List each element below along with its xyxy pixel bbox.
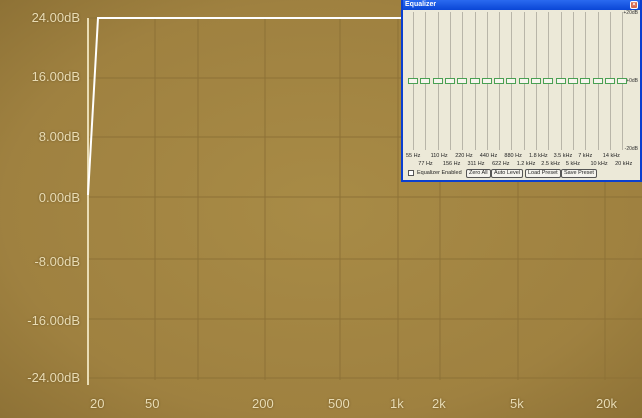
band-label: 622 Hz bbox=[492, 161, 510, 167]
band-label: 7 kHz bbox=[578, 153, 593, 159]
y-label: 0.00dB bbox=[38, 190, 80, 205]
band-label: 440 Hz bbox=[479, 153, 498, 159]
band-label: 1.2 kHz bbox=[516, 161, 536, 167]
x-label: 20 bbox=[90, 396, 105, 411]
x-label: 1k bbox=[390, 396, 404, 411]
response-curve bbox=[87, 17, 402, 196]
band-slider-thumb[interactable] bbox=[420, 78, 431, 84]
band-slider-thumb[interactable] bbox=[555, 78, 566, 84]
band-slider-thumb[interactable] bbox=[518, 78, 529, 84]
y-label: 8.00dB bbox=[38, 129, 80, 144]
band-label: 311 Hz bbox=[467, 161, 485, 167]
band-slider-thumb[interactable] bbox=[617, 78, 628, 84]
scale-top: +20dB bbox=[623, 10, 638, 16]
x-label: 20k bbox=[596, 396, 617, 411]
close-icon[interactable]: × bbox=[630, 1, 638, 9]
band-slider-thumb[interactable] bbox=[506, 78, 517, 84]
window-title: Equalizer bbox=[405, 1, 437, 8]
band-slider-thumb[interactable] bbox=[531, 78, 541, 84]
band-slider-thumb[interactable] bbox=[494, 78, 505, 84]
save-preset-button[interactable]: Save Preset bbox=[561, 169, 597, 178]
scale-mid: +0dB bbox=[626, 78, 638, 84]
equalizer-enabled-label: Equalizer Enabled bbox=[417, 170, 462, 176]
band-slider-thumb[interactable] bbox=[457, 78, 468, 84]
band-label: 3.5 kHz bbox=[553, 153, 573, 159]
band-slider-thumb[interactable] bbox=[481, 78, 492, 84]
x-label: 5k bbox=[510, 396, 524, 411]
equalizer-enabled-checkbox[interactable] bbox=[408, 170, 414, 176]
x-label: 200 bbox=[252, 396, 274, 411]
load-preset-button[interactable]: Load Preset bbox=[525, 169, 561, 178]
y-label: 24.00dB bbox=[31, 10, 80, 25]
band-slider-thumb[interactable] bbox=[543, 78, 554, 84]
band-label: 55 Hz bbox=[406, 153, 421, 159]
y-label: -8.00dB bbox=[34, 254, 80, 269]
zero-all-button[interactable]: Zero All bbox=[466, 169, 491, 178]
band-slider-thumb[interactable] bbox=[580, 78, 591, 84]
band-label: 156 Hz bbox=[442, 161, 461, 167]
band-label: 5 kHz bbox=[565, 161, 580, 167]
x-label: 50 bbox=[145, 396, 160, 411]
band-label: 220 Hz bbox=[455, 153, 473, 159]
band-label: 1.8 kHz bbox=[529, 153, 548, 159]
band-slider-thumb[interactable] bbox=[592, 78, 603, 84]
equalizer-window: Equalizer × +20dB +0dB -20dB 55 Hz 77 Hz 11… bbox=[401, 0, 642, 182]
auto-level-button[interactable]: Auto Level bbox=[491, 169, 523, 178]
equalizer-title-bar[interactable]: Equalizer × bbox=[403, 0, 640, 10]
band-label: 20 kHz bbox=[615, 161, 633, 167]
band-label: 2.5 kHz bbox=[541, 161, 560, 167]
band-slider-thumb[interactable] bbox=[604, 78, 615, 84]
band-slider-thumb[interactable] bbox=[567, 78, 578, 84]
band-label: 880 Hz bbox=[504, 153, 522, 159]
y-label: -24.00dB bbox=[27, 370, 80, 385]
x-label: 2k bbox=[432, 396, 446, 411]
band-slider-thumb[interactable] bbox=[408, 78, 418, 84]
scale-bottom: -20dB bbox=[624, 146, 638, 152]
band-label: 110 Hz bbox=[430, 153, 448, 159]
y-label: 16.00dB bbox=[31, 69, 80, 84]
band-slider-thumb[interactable] bbox=[444, 78, 455, 84]
band-label: 10 kHz bbox=[590, 161, 608, 167]
band-label: 77 Hz bbox=[418, 161, 433, 167]
x-label: 500 bbox=[328, 396, 350, 411]
band-slider-thumb[interactable] bbox=[469, 78, 480, 84]
band-label: 14 kHz bbox=[602, 153, 620, 159]
band-slider-thumb[interactable] bbox=[432, 78, 443, 84]
y-label: -16.00dB bbox=[27, 313, 80, 328]
